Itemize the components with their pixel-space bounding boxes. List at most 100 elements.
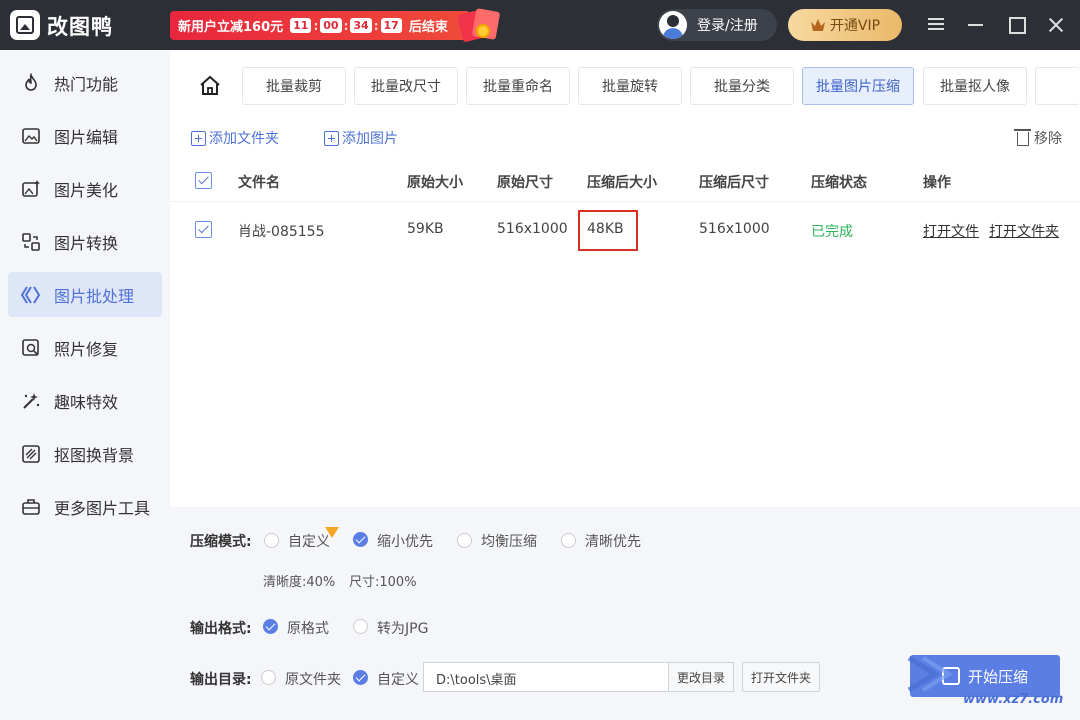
add-image-icon (324, 130, 339, 146)
vip-button[interactable]: 开通VIP (788, 9, 902, 41)
sidebar-item-convert[interactable]: 图片转换 (8, 219, 162, 264)
mode-clarity-radio[interactable] (561, 533, 576, 548)
sidebar-item-label: 抠图换背景 (54, 445, 135, 465)
mode-custom-label: 自定义 (288, 534, 330, 550)
sidebar-item-label: 图片转换 (54, 233, 119, 253)
vip-badge-icon (325, 527, 339, 538)
login-button[interactable]: 登录/注册 (657, 9, 777, 41)
image-edit-icon (20, 125, 42, 147)
toolbar: 添加文件夹 添加图片 移除 (170, 122, 1080, 152)
red-envelope-icon[interactable] (456, 6, 501, 43)
close-icon[interactable] (1046, 15, 1066, 35)
cell-orig-dims: 516x1000 (497, 221, 568, 237)
sidebar-item-cutout[interactable]: 抠图换背景 (8, 431, 162, 476)
minimize-icon[interactable] (966, 15, 986, 35)
dir-original-radio[interactable] (261, 670, 276, 685)
crown-icon (810, 19, 825, 31)
dir-custom-radio[interactable] (353, 670, 368, 685)
col-orig-dims: 原始尺寸 (497, 175, 553, 191)
sidebar-item-label: 热门功能 (54, 74, 119, 94)
sidebar-item-label: 图片编辑 (54, 127, 119, 147)
sidebar-item-label: 图片批处理 (54, 286, 135, 306)
mode-balanced-label: 均衡压缩 (481, 534, 537, 550)
toolbox-icon (20, 496, 42, 518)
sidebar-item-batch[interactable]: 图片批处理 (8, 272, 162, 317)
col-status: 压缩状态 (811, 175, 867, 191)
select-all-checkbox[interactable] (195, 172, 212, 189)
tab-batch-resize[interactable]: 批量改尺寸 (354, 67, 458, 105)
mode-balanced-radio[interactable] (457, 533, 472, 548)
add-folder-icon (191, 130, 206, 146)
sidebar: 热门功能 图片编辑 图片美化 图片转换 图片批处理 照片修复 趣味特效 抠图换背… (0, 50, 170, 720)
cell-status: 已完成 (811, 224, 853, 240)
title-bar: 改图鸭 新用户立减160元 11: 00: 34: 17 后结束 登录/注册 开… (0, 0, 1080, 50)
magic-wand-icon (20, 390, 42, 412)
tab-bar: 批量裁剪 批量改尺寸 批量重命名 批量旋转 批量分类 批量图片压缩 批量抠人像 (170, 50, 1080, 122)
cell-orig-size: 59KB (407, 221, 444, 237)
sidebar-item-label: 照片修复 (54, 339, 119, 359)
mode-custom-radio[interactable] (264, 533, 279, 548)
cutout-icon (20, 443, 42, 465)
tab-batch-compress[interactable]: 批量图片压缩 (802, 67, 914, 105)
dir-custom-label: 自定义 (377, 672, 419, 688)
sidebar-item-repair[interactable]: 照片修复 (8, 325, 162, 370)
row-checkbox[interactable] (195, 221, 212, 238)
app-title: 改图鸭 (47, 15, 113, 39)
dir-original-label: 原文件夹 (285, 672, 341, 688)
main-panel: 批量裁剪 批量改尺寸 批量重命名 批量旋转 批量分类 批量图片压缩 批量抠人像 … (170, 50, 1080, 507)
trash-icon (1014, 129, 1031, 146)
format-jpg-radio[interactable] (353, 619, 368, 634)
home-icon[interactable] (198, 74, 222, 98)
change-dir-button[interactable]: 更改目录 (668, 662, 734, 692)
sidebar-item-edit[interactable]: 图片编辑 (8, 113, 162, 158)
remove-button[interactable]: 移除 (1014, 128, 1062, 148)
open-folder-link[interactable]: 打开文件夹 (989, 221, 1059, 241)
promo-banner[interactable]: 新用户立减160元 11: 00: 34: 17 后结束 (170, 11, 470, 40)
open-file-link[interactable]: 打开文件 (923, 221, 979, 241)
add-image-button[interactable]: 添加图片 (324, 128, 398, 148)
cell-comp-dims: 516x1000 (699, 221, 770, 237)
countdown-centis: 17 (380, 18, 402, 33)
menu-icon[interactable] (926, 15, 946, 35)
maximize-icon[interactable] (1006, 15, 1026, 35)
countdown-seconds: 34 (350, 18, 372, 33)
format-original-label: 原格式 (287, 621, 329, 637)
remove-label: 移除 (1034, 131, 1062, 147)
sidebar-item-more[interactable]: 更多图片工具 (8, 484, 162, 529)
sidebar-item-label: 图片美化 (54, 180, 119, 200)
format-jpg-label: 转为JPG (377, 621, 429, 637)
add-folder-button[interactable]: 添加文件夹 (191, 128, 279, 148)
promo-suffix: 后结束 (408, 20, 448, 35)
photo-repair-icon (20, 337, 42, 359)
countdown-minutes: 00 (320, 18, 342, 33)
sidebar-item-label: 更多图片工具 (54, 498, 151, 518)
avatar-icon (659, 11, 687, 39)
sidebar-item-label: 趣味特效 (54, 392, 119, 412)
col-orig-size: 原始大小 (407, 175, 463, 191)
watermark-site: www.xz7.com (963, 692, 1064, 707)
output-path-field[interactable]: D:\tools\桌面 (423, 662, 669, 692)
output-format-label: 输出格式: (190, 621, 252, 637)
table-header: 文件名 原始大小 原始尺寸 压缩后大小 压缩后尺寸 压缩状态 操作 (170, 160, 1080, 202)
sidebar-item-hot[interactable]: 热门功能 (8, 60, 162, 105)
tab-batch-crop[interactable]: 批量裁剪 (242, 67, 346, 105)
mode-clarity-label: 清晰优先 (585, 534, 641, 550)
open-folder-button[interactable]: 打开文件夹 (742, 662, 820, 692)
col-filename: 文件名 (238, 175, 280, 191)
tab-batch-classify[interactable]: 批量分类 (690, 67, 794, 105)
tab-batch-portrait[interactable]: 批量抠人像 (923, 67, 1027, 105)
countdown-hours: 11 (290, 18, 312, 33)
mode-small-label: 缩小优先 (377, 534, 433, 550)
output-dir-label: 输出目录: (190, 672, 252, 688)
image-beautify-icon (20, 178, 42, 200)
tab-overflow[interactable] (1035, 67, 1080, 105)
sidebar-item-effects[interactable]: 趣味特效 (8, 378, 162, 423)
watermark-icon (907, 655, 953, 693)
mode-small-radio[interactable] (353, 532, 368, 547)
highlight-box (578, 210, 638, 251)
tab-batch-rotate[interactable]: 批量旋转 (578, 67, 682, 105)
tab-batch-rename[interactable]: 批量重命名 (466, 67, 570, 105)
sidebar-item-beautify[interactable]: 图片美化 (8, 166, 162, 211)
format-original-radio[interactable] (263, 619, 278, 634)
clarity-info: 清晰度:40% (263, 575, 336, 590)
